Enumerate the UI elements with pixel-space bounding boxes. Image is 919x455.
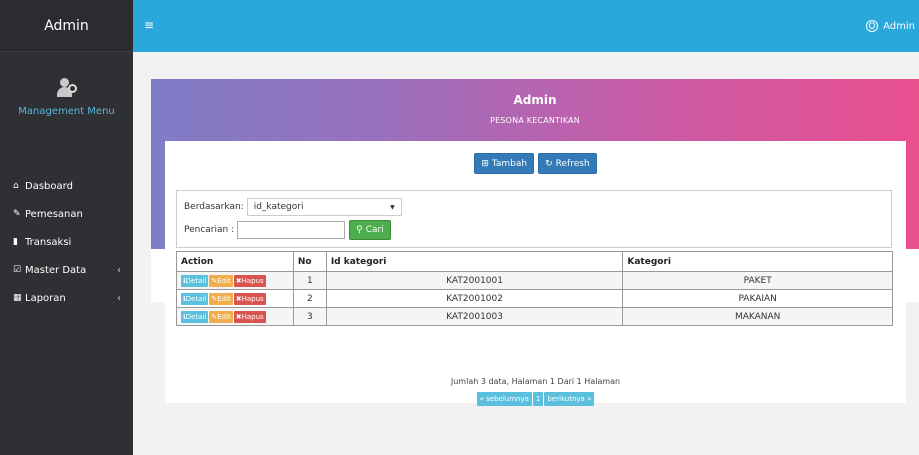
category-name: PAKAIAN [622, 289, 893, 308]
category-id: KAT2001003 [325, 307, 624, 326]
calendar-icon: ▦ [13, 293, 22, 303]
sidebar-item-label: Transaksi [25, 236, 72, 248]
pencil-icon: ✎ [13, 209, 21, 219]
action-cell: ℹDetail ✎Edit ✖Hapus [176, 289, 294, 308]
brand-title[interactable]: Admin [0, 0, 133, 52]
action-cell: ℹDetail ✎Edit ✖Hapus [176, 271, 294, 290]
home-icon: ⌂ [13, 181, 19, 191]
filter-by-row: Berdasarkan: id_kategori ▼ [184, 198, 402, 216]
detail-button[interactable]: ℹDetail [181, 310, 209, 323]
search-icon: ⚲ [356, 225, 363, 235]
category-name: PAKET [622, 271, 893, 290]
menu-toggle-icon[interactable]: ≡ [144, 18, 154, 32]
edit-button[interactable]: ✎Edit [209, 292, 233, 305]
data-panel: ⊞ Tambah ↻ Refresh Berdasarkan: id_kateg… [165, 141, 906, 406]
sidebar-menu: ⌂ Dasboard ✎ Pemesanan ▮ Transaksi ☑ Mas… [0, 172, 133, 312]
delete-button[interactable]: ✖Hapus [233, 292, 266, 305]
edit-icon: ☑ [13, 265, 22, 275]
profile-block: Management Menu [0, 52, 133, 172]
filter-by-select[interactable]: id_kategori ▼ [246, 198, 402, 216]
row-number: 3 [292, 307, 327, 326]
filter-by-value: id_kategori [253, 202, 304, 212]
delete-button[interactable]: ✖Hapus [233, 274, 266, 287]
table-header-row: Action No Id kategori Kategori [176, 251, 893, 272]
chevron-left-icon: ‹ [117, 264, 121, 276]
page-subtitle: PESONA KECANTIKAN [490, 116, 580, 125]
sidebar-item-label: Pemesanan [25, 208, 83, 220]
top-navbar: ≡ Admin [133, 0, 919, 52]
filter-by-label: Berdasarkan: [184, 202, 244, 212]
pagination: « sebelumnya 1 berikutnya » [165, 392, 906, 406]
category-table: Action No Id kategori Kategori ℹDetail ✎E… [176, 251, 893, 326]
search-button[interactable]: ⚲ Cari [349, 220, 391, 240]
plus-square-icon: ⊞ [481, 158, 489, 169]
category-id: KAT2001001 [325, 271, 624, 290]
delete-button[interactable]: ✖Hapus [233, 310, 266, 323]
sidebar-item-label: Dasboard [25, 180, 73, 192]
detail-button[interactable]: ℹDetail [181, 274, 209, 287]
sidebar: Admin Management Menu ⌂ Dasboard ✎ Pemes… [0, 0, 133, 455]
page-title: Admin [513, 93, 557, 107]
category-name: MAKANAN [622, 307, 893, 326]
sidebar-item-label: Laporan [25, 292, 66, 304]
user-circle-icon [866, 20, 879, 32]
sidebar-item-pemesanan[interactable]: ✎ Pemesanan [0, 200, 133, 228]
refresh-button-label: Refresh [555, 158, 590, 169]
book-icon: ▮ [13, 237, 18, 247]
toolbar: ⊞ Tambah ↻ Refresh [165, 153, 906, 174]
refresh-icon: ↻ [545, 158, 553, 169]
profile-label: Management Menu [18, 106, 115, 117]
column-header-id-kategori: Id kategori [325, 251, 624, 272]
table-row: ℹDetail ✎Edit ✖Hapus 3 KAT2001003 MAKANAN [176, 307, 893, 326]
user-name: Admin [883, 20, 915, 32]
detail-button[interactable]: ℹDetail [181, 292, 209, 305]
pagination-next-button[interactable]: berikutnya » [544, 392, 595, 406]
pagination-page-1[interactable]: 1 [532, 392, 544, 406]
action-cell: ℹDetail ✎Edit ✖Hapus [176, 307, 294, 326]
table-row: ℹDetail ✎Edit ✖Hapus 1 KAT2001001 PAKET [176, 271, 893, 290]
category-id: KAT2001002 [325, 289, 624, 308]
filter-box: Berdasarkan: id_kategori ▼ Pencarian : ⚲… [176, 190, 892, 248]
row-number: 1 [292, 271, 327, 290]
column-header-no: No [292, 251, 327, 272]
edit-button[interactable]: ✎Edit [209, 310, 233, 323]
refresh-button[interactable]: ↻ Refresh [538, 153, 597, 174]
pagination-summary: Jumlah 3 data, Halaman 1 Dari 1 Halaman [450, 377, 621, 386]
search-button-label: Cari [365, 225, 384, 235]
caret-down-icon: ▼ [390, 203, 395, 211]
search-row: Pencarian : ⚲ Cari [184, 220, 391, 240]
table-row: ℹDetail ✎Edit ✖Hapus 2 KAT2001002 PAKAIAN [176, 289, 893, 308]
column-header-kategori: Kategori [622, 251, 893, 272]
user-settings-icon [56, 78, 78, 100]
sidebar-item-transaksi[interactable]: ▮ Transaksi [0, 228, 133, 256]
sidebar-item-label: Master Data [25, 264, 87, 276]
search-input[interactable] [237, 221, 346, 239]
sidebar-item-laporan[interactable]: ▦ Laporan ‹ [0, 284, 133, 312]
add-button-label: Tambah [491, 158, 528, 169]
pagination-prev-button[interactable]: « sebelumnya [476, 392, 532, 406]
chevron-left-icon: ‹ [117, 292, 121, 304]
edit-button[interactable]: ✎Edit [209, 274, 233, 287]
search-label: Pencarian : [184, 225, 235, 235]
sidebar-item-master-data[interactable]: ☑ Master Data ‹ [0, 256, 133, 284]
user-menu[interactable]: Admin [866, 20, 915, 32]
sidebar-item-dasboard[interactable]: ⌂ Dasboard [0, 172, 133, 200]
row-number: 2 [292, 289, 327, 308]
add-button[interactable]: ⊞ Tambah [474, 153, 535, 174]
column-header-action: Action [176, 251, 294, 272]
